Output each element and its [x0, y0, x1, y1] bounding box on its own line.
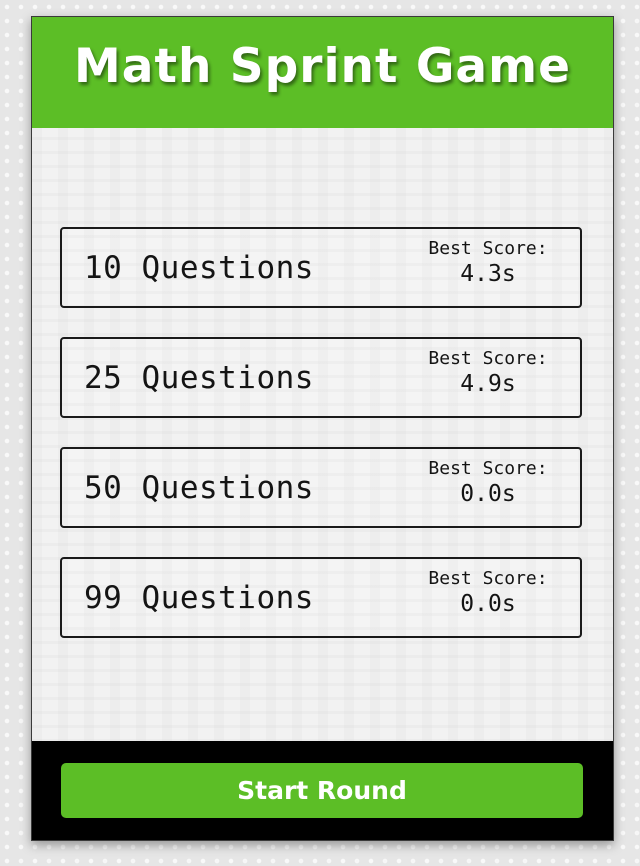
question-label: 25 Questions — [84, 359, 314, 396]
start-round-button[interactable]: Start Round — [61, 763, 583, 818]
best-score: Best Score: 0.0s — [422, 568, 554, 618]
best-score-value: 0.0s — [460, 481, 516, 507]
question-selection-area: 10 Questions Best Score: 4.3s 25 Questio… — [32, 128, 613, 742]
header: Math Sprint Game — [32, 17, 613, 128]
page-title: Math Sprint Game — [74, 39, 571, 94]
question-option-99[interactable]: 99 Questions Best Score: 0.0s — [60, 557, 582, 638]
question-label: 99 Questions — [84, 579, 314, 616]
question-list: 10 Questions Best Score: 4.3s 25 Questio… — [60, 227, 582, 667]
best-score: Best Score: 0.0s — [422, 458, 554, 508]
footer: Start Round — [32, 741, 613, 840]
question-label: 10 Questions — [84, 249, 314, 286]
best-score-label: Best Score: — [428, 568, 548, 589]
best-score-value: 0.0s — [460, 591, 516, 617]
best-score: Best Score: 4.3s — [422, 238, 554, 288]
question-label: 50 Questions — [84, 469, 314, 506]
best-score-label: Best Score: — [428, 348, 548, 369]
best-score-label: Best Score: — [428, 238, 548, 259]
best-score-value: 4.3s — [460, 261, 516, 287]
question-option-25[interactable]: 25 Questions Best Score: 4.9s — [60, 337, 582, 418]
game-card: Math Sprint Game 10 Questions Best Score… — [31, 16, 614, 841]
best-score-value: 4.9s — [460, 371, 516, 397]
best-score-label: Best Score: — [428, 458, 548, 479]
best-score: Best Score: 4.9s — [422, 348, 554, 398]
question-option-10[interactable]: 10 Questions Best Score: 4.3s — [60, 227, 582, 308]
question-option-50[interactable]: 50 Questions Best Score: 0.0s — [60, 447, 582, 528]
